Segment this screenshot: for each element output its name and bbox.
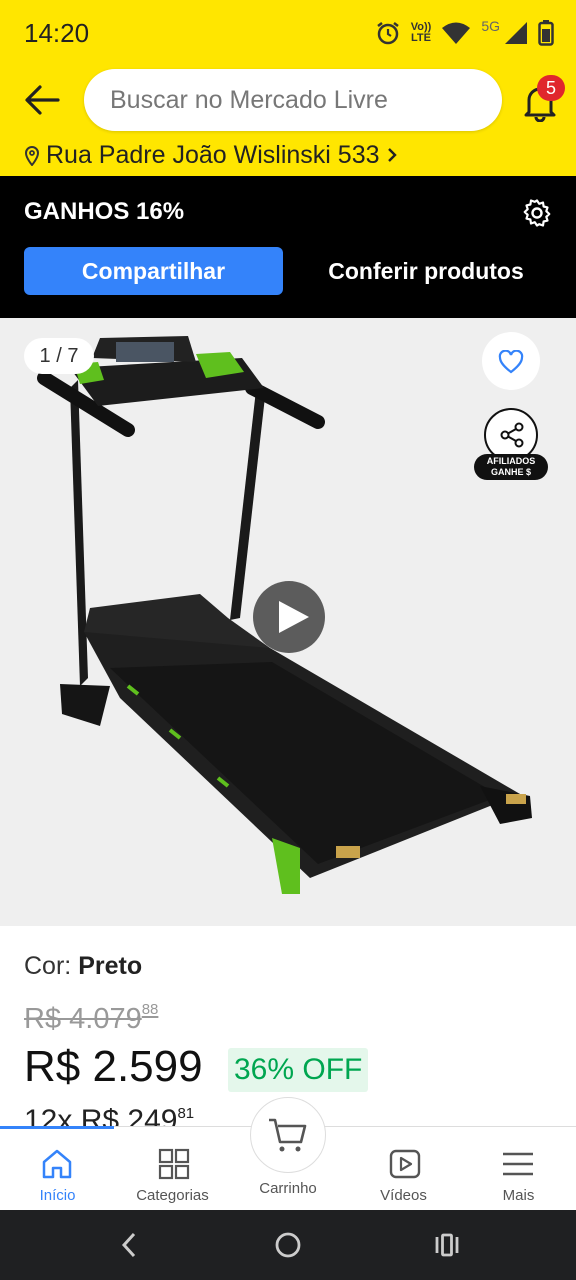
header: 14:20 Vo)) LTE 5G Buscar no Mercado Livre… [0,0,576,176]
play-video-button[interactable] [253,581,325,653]
status-time: 14:20 [24,18,90,48]
video-play-icon [389,1149,421,1179]
nav-label-videos: Vídeos [380,1187,427,1204]
system-recents-icon[interactable] [434,1233,460,1257]
nav-label-home: Início [39,1187,76,1204]
categories-grid-icon [158,1148,190,1180]
volte-indicator: Vo)) LTE [410,21,432,44]
home-icon [42,1149,72,1179]
image-counter: 1 / 7 [24,338,94,374]
back-arrow-icon[interactable] [22,80,62,120]
affiliates-bar: GANHOS 16% Compartilhar Conferir produto… [0,176,576,318]
wifi-icon [442,22,471,44]
nav-item-videos[interactable]: Vídeos [346,1137,461,1207]
battery-icon [538,20,554,46]
nav-label-categories: Categorias [136,1187,209,1204]
top-bar: Buscar no Mercado Livre [0,66,576,136]
notification-badge: 5 [537,75,565,101]
installments: 12x R$ 24981 [24,1104,195,1128]
nav-item-more[interactable]: Mais [461,1137,576,1207]
system-navigation-bar [0,1210,576,1280]
nav-item-home[interactable]: Início [0,1137,115,1207]
color-value: Preto [78,952,143,980]
affiliates-badge: AFILIADOS GANHE $ [474,454,548,480]
product-gallery[interactable]: 1 / 7 AFILIADOS GANHE $ [0,318,576,926]
signal-icon [505,22,527,44]
cart-icon [269,1118,307,1152]
share-icon [500,422,524,448]
location-pin-icon [24,146,40,166]
chevron-right-icon [387,148,397,162]
address-text: Rua Padre João Wislinski 533 [46,140,380,169]
old-price: R$ 4.07988 [24,1001,159,1035]
menu-icon [503,1152,533,1176]
status-icons: Vo)) LTE 5G [375,18,554,48]
system-back-icon[interactable] [118,1232,140,1258]
alarm-icon [376,22,399,45]
active-tab-indicator [0,1126,114,1129]
current-price: R$ 2.599 [24,1042,203,1091]
nav-item-cart[interactable] [250,1097,326,1173]
bottom-navigation: Início Categorias Carrinho Vídeos Mais [0,1097,576,1210]
product-info: Cor: Preto R$ 4.07988 R$ 2.599 36% OFF 1… [0,926,576,1128]
address-link[interactable]: Rua Padre João Wislinski 533 [24,138,398,172]
play-icon [279,601,309,633]
color-selection[interactable]: Cor: Preto [24,952,142,981]
status-bar: 14:20 Vo)) LTE 5G [0,0,576,66]
nav-label-cart: Carrinho [259,1180,317,1197]
discount-badge: 36% OFF [228,1048,369,1092]
search-input[interactable]: Buscar no Mercado Livre [84,69,502,131]
system-home-icon[interactable] [274,1231,302,1259]
search-placeholder: Buscar no Mercado Livre [110,86,388,114]
earnings-label: GANHOS 16% [24,198,185,225]
favorite-button[interactable] [482,332,540,390]
network-type: 5G [481,18,500,34]
nav-label-more: Mais [502,1187,535,1204]
share-button[interactable]: Compartilhar [24,247,283,295]
check-products-button[interactable]: Conferir produtos [300,247,552,295]
settings-gear-icon[interactable] [522,198,552,228]
heart-icon [498,350,524,374]
nav-item-categories[interactable]: Categorias [115,1137,230,1207]
